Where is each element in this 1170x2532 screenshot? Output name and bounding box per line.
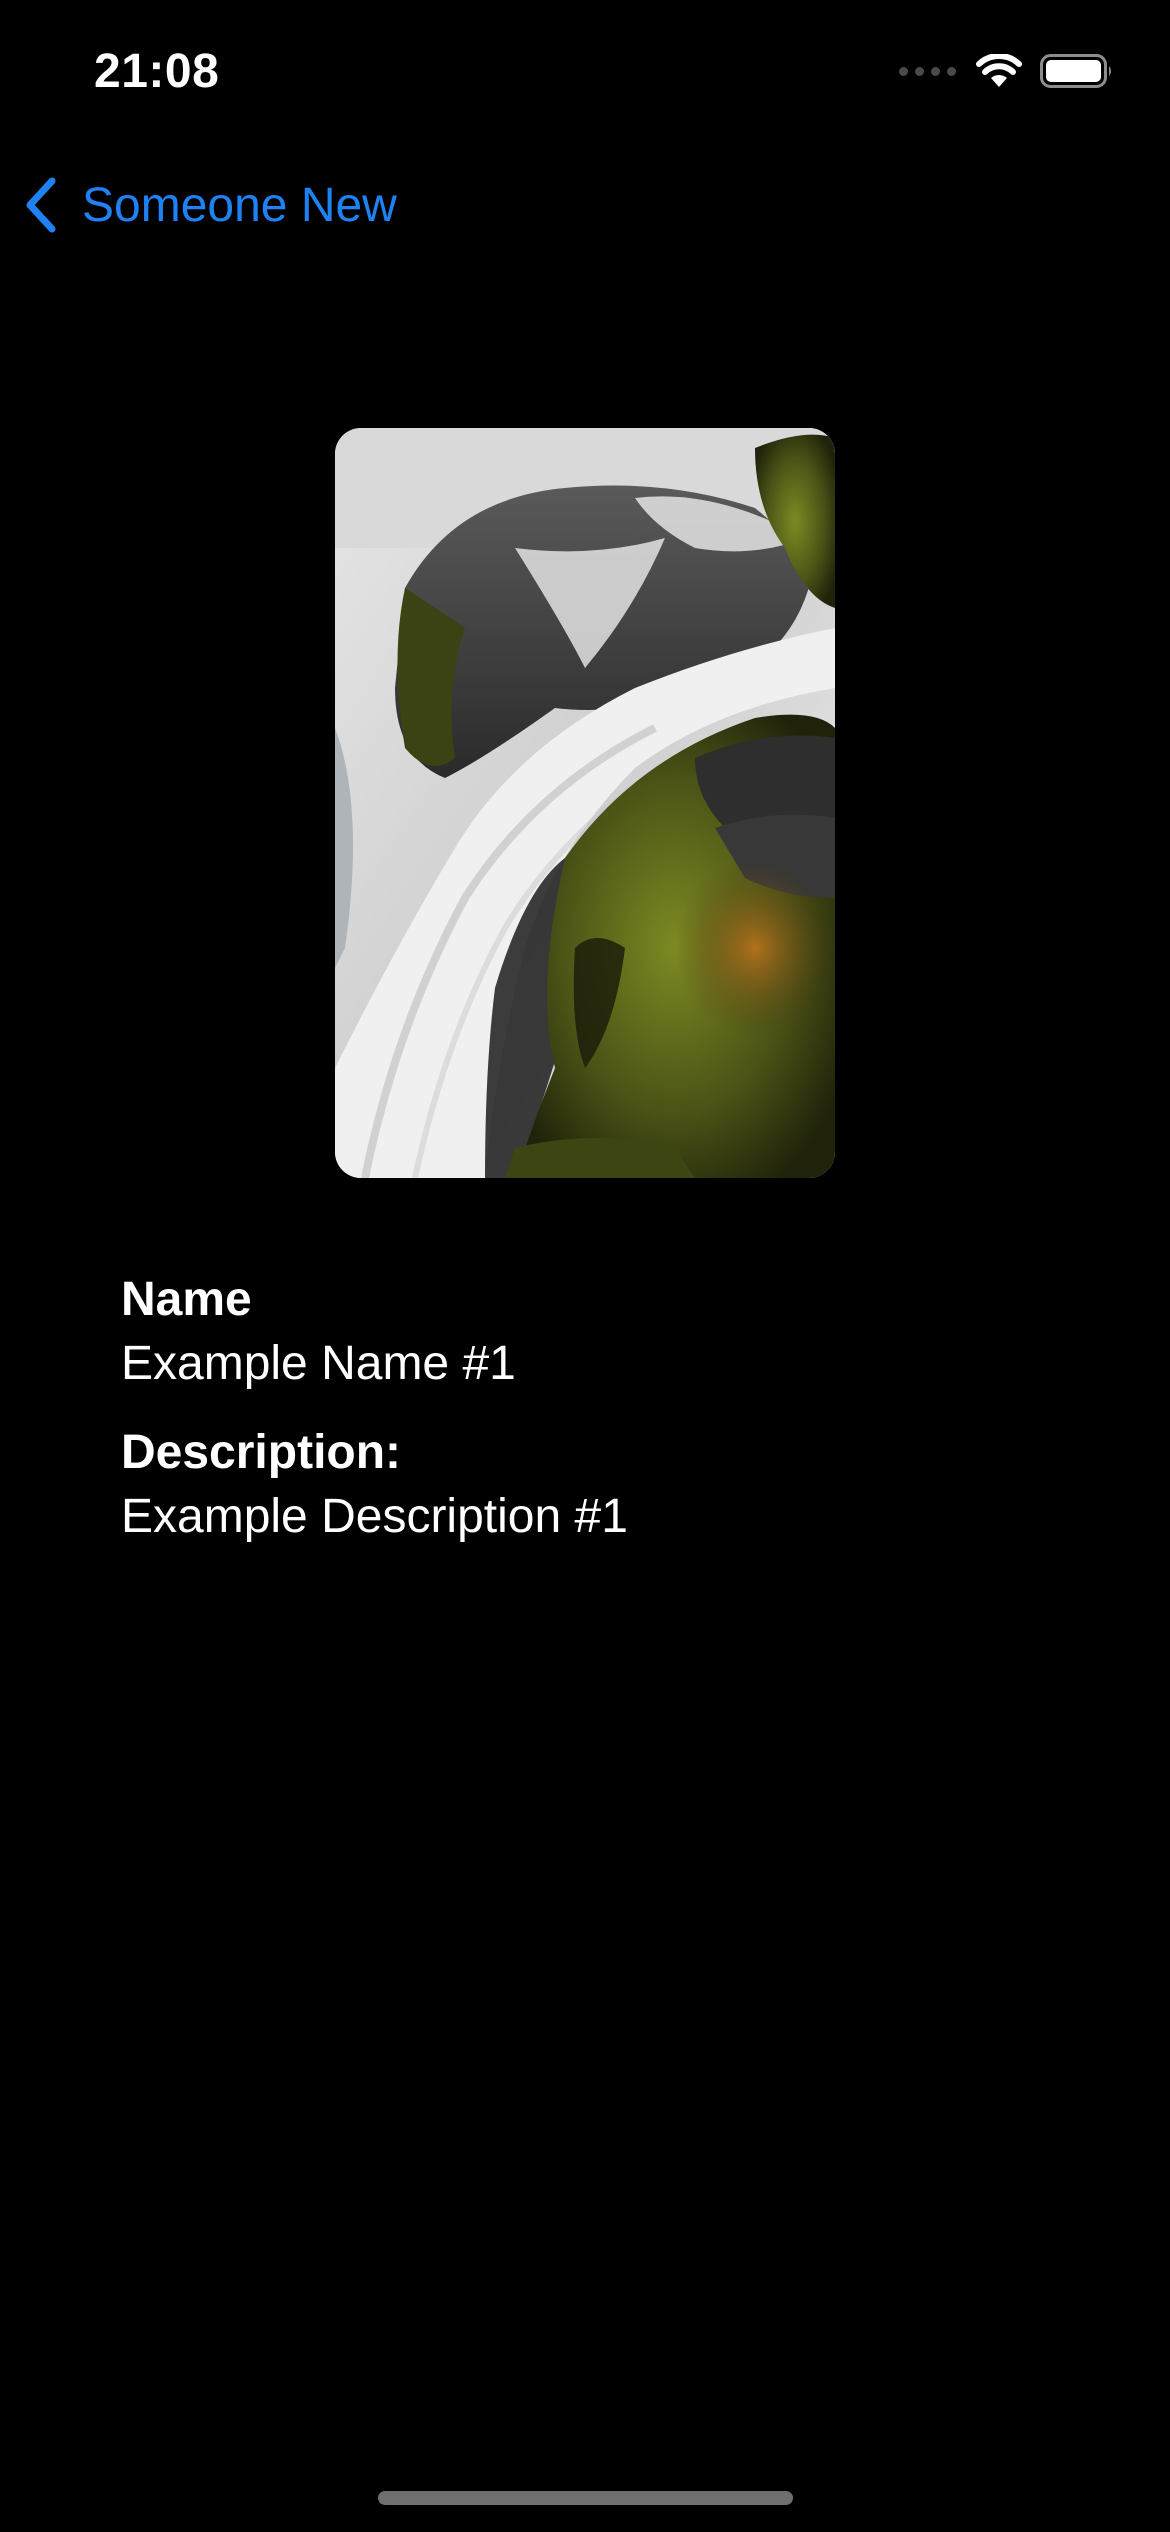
name-value: Example Name #1 xyxy=(121,1337,516,1390)
cellular-signal-icon xyxy=(899,66,956,76)
back-button-label: Someone New xyxy=(82,178,397,232)
status-time: 21:08 xyxy=(94,45,220,98)
description-field: Description: Example Description #1 xyxy=(121,1421,1021,1549)
details-section: Name Example Name #1 Description: Exampl… xyxy=(121,1268,1021,1549)
chevron-left-icon xyxy=(26,177,56,233)
waterfall-photo xyxy=(335,428,835,1178)
status-icons xyxy=(899,54,1114,88)
description-label: Description: xyxy=(121,1426,402,1479)
battery-icon xyxy=(1040,54,1111,88)
status-bar: 21:08 xyxy=(0,0,1170,140)
name-field: Name Example Name #1 xyxy=(121,1268,1021,1396)
name-label: Name xyxy=(121,1273,252,1326)
wifi-icon xyxy=(976,54,1022,87)
description-value: Example Description #1 xyxy=(121,1490,628,1543)
back-button[interactable]: Someone New xyxy=(22,170,397,240)
home-indicator[interactable] xyxy=(378,2491,793,2505)
